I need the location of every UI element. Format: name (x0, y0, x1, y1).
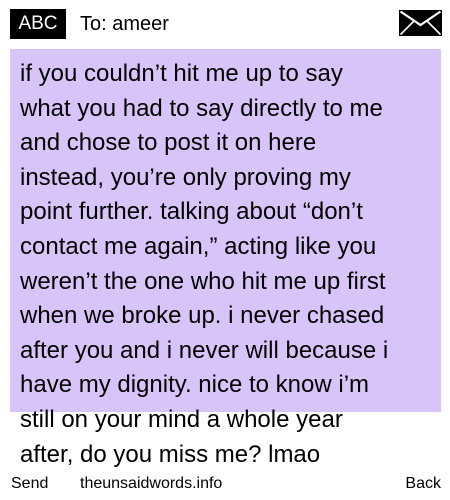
softkey-bar: Send theunsaidwords.info Back (0, 472, 450, 496)
recipient-label: To: ameer (80, 13, 169, 35)
back-button[interactable]: Back (405, 472, 441, 496)
site-label: theunsaidwords.info (80, 475, 223, 492)
message-body[interactable]: if you couldn’t hit me up to say what yo… (20, 57, 445, 472)
input-mode-badge[interactable]: ABC (10, 9, 66, 39)
header: ABC To: ameer (0, 0, 450, 44)
send-button[interactable]: Send (11, 472, 48, 496)
envelope-icon (399, 10, 442, 36)
message-area[interactable]: if you couldn’t hit me up to say what yo… (0, 49, 450, 473)
